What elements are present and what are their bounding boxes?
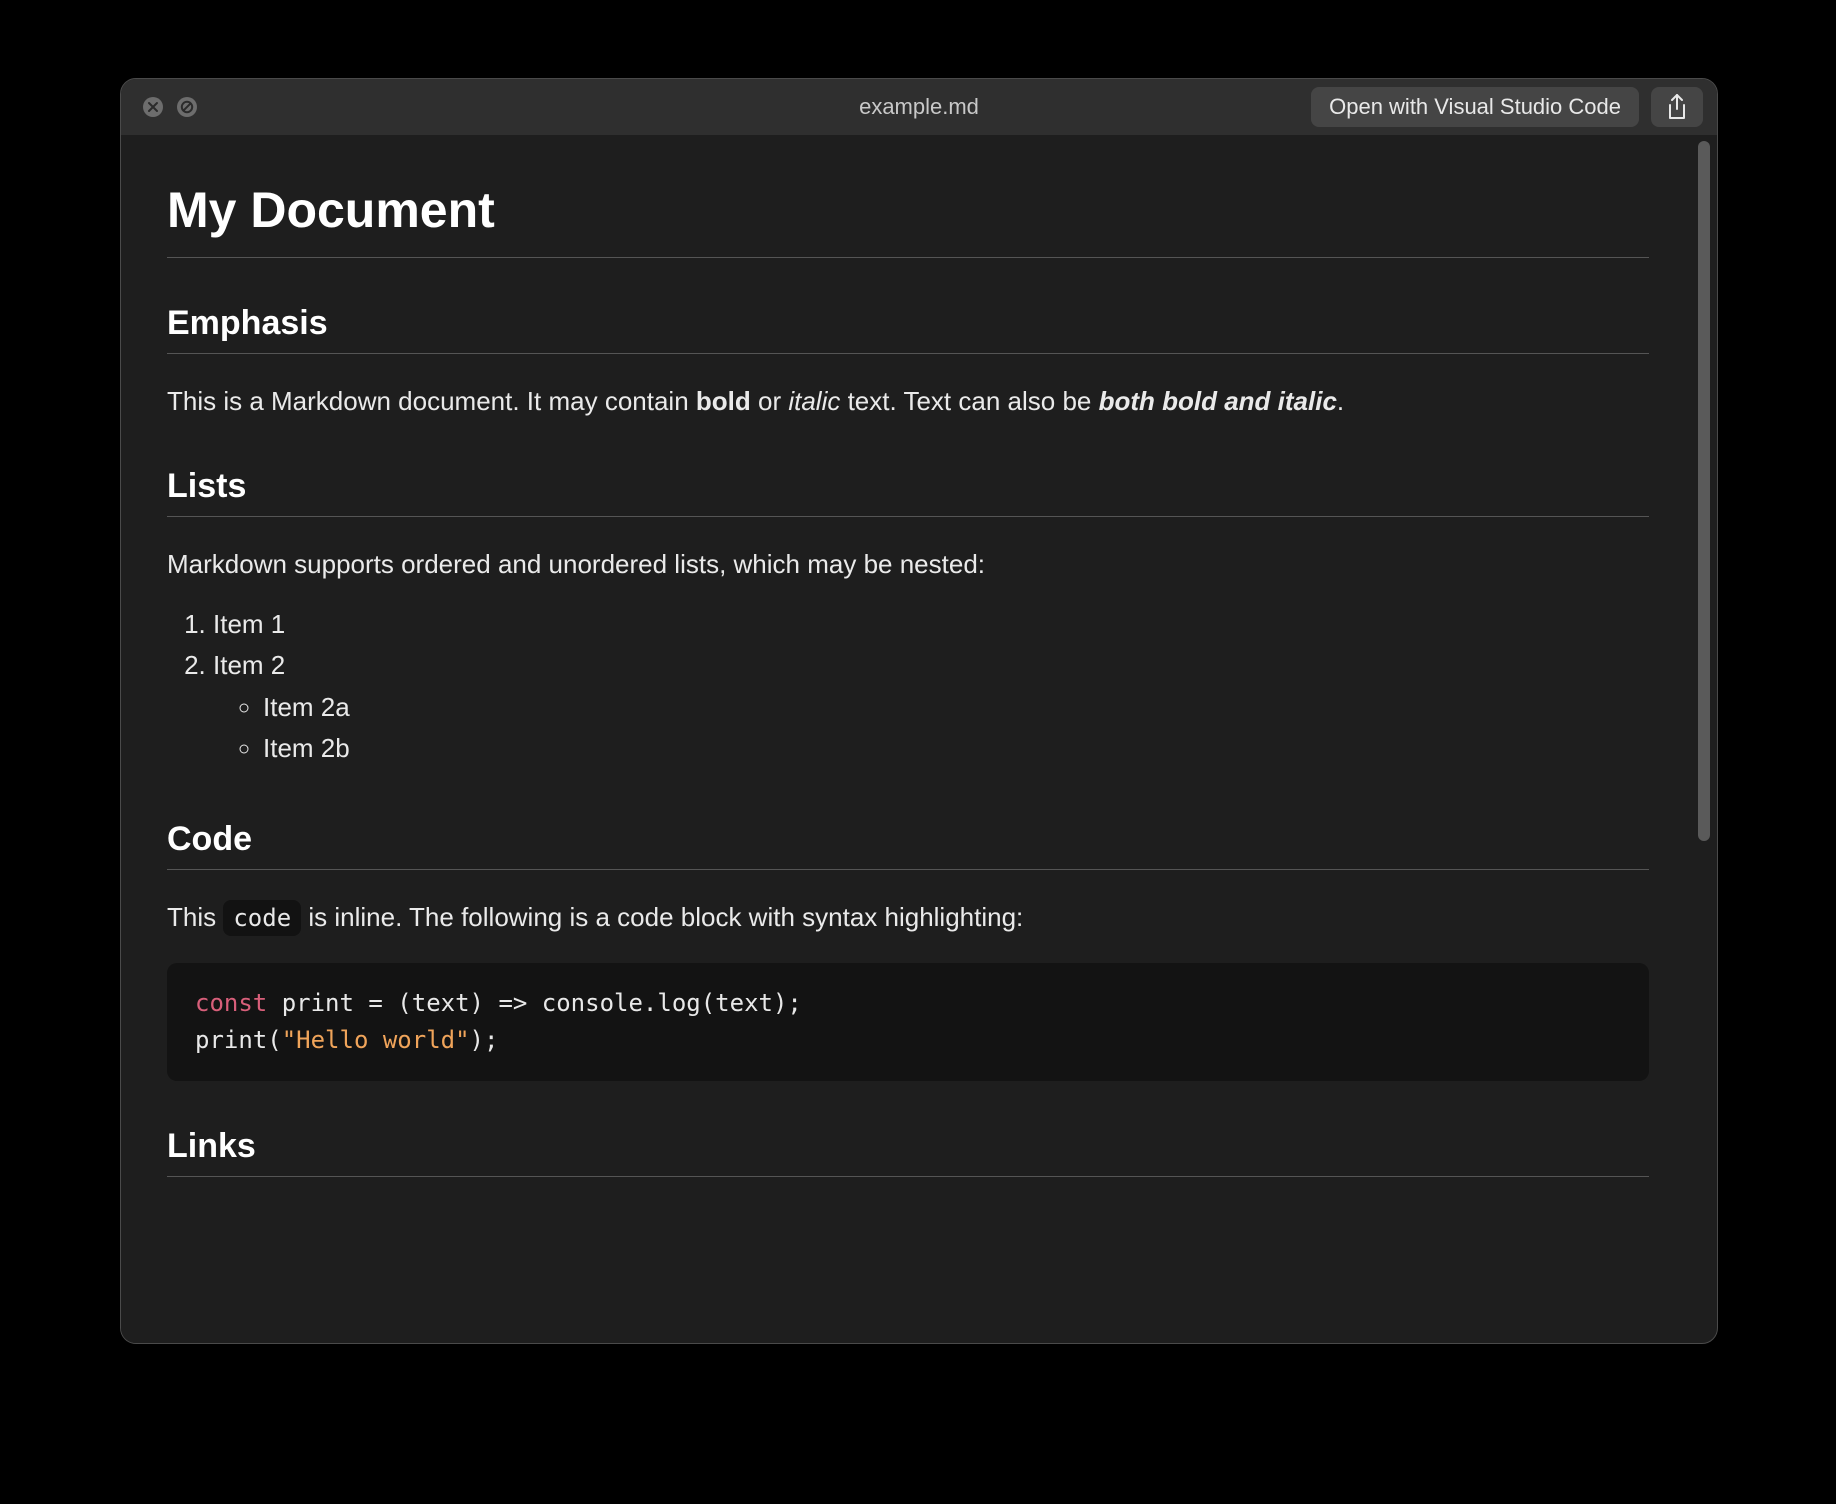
italic-text: italic (788, 386, 840, 416)
text: is inline. The following is a code block… (301, 902, 1023, 932)
inline-code: code (223, 900, 301, 936)
titlebar-actions: Open with Visual Studio Code (1311, 79, 1703, 135)
scrollbar[interactable] (1695, 141, 1713, 1337)
share-icon (1666, 94, 1688, 120)
open-with-button[interactable]: Open with Visual Studio Code (1311, 87, 1639, 127)
code-text: print( (195, 1026, 282, 1054)
share-button[interactable] (1651, 87, 1703, 127)
code-keyword: const (195, 989, 267, 1017)
ordered-list: Item 1 Item 2 Item 2a Item 2b (167, 604, 1649, 774)
code-block: const print = (text) => console.log(text… (167, 963, 1649, 1081)
text: text. Text can also be (840, 386, 1098, 416)
paragraph-emphasis: This is a Markdown document. It may cont… (167, 382, 1649, 421)
code-text: print = (text) => console.log(text); (267, 989, 802, 1017)
paragraph-lists: Markdown supports ordered and unordered … (167, 545, 1649, 584)
list-item: Item 2b (263, 728, 1649, 769)
bold-italic-text: both bold and italic (1099, 386, 1337, 416)
disabled-icon[interactable] (177, 97, 197, 117)
list-item: Item 2a (263, 687, 1649, 728)
close-icon[interactable] (143, 97, 163, 117)
heading-emphasis: Emphasis (167, 304, 1649, 354)
heading-1: My Document (167, 181, 1649, 258)
scrollbar-thumb[interactable] (1698, 141, 1710, 841)
preview-window: example.md Open with Visual Studio Code … (120, 78, 1718, 1344)
code-string: "Hello world" (282, 1026, 470, 1054)
text: This is a Markdown document. It may cont… (167, 386, 696, 416)
titlebar: example.md Open with Visual Studio Code (121, 79, 1717, 135)
list-item: Item 2 Item 2a Item 2b (213, 645, 1649, 774)
heading-links: Links (167, 1127, 1649, 1177)
list-item: Item 1 (213, 604, 1649, 645)
bold-text: bold (696, 386, 751, 416)
text: This (167, 902, 223, 932)
paragraph-code: This code is inline. The following is a … (167, 898, 1649, 937)
heading-lists: Lists (167, 467, 1649, 517)
window-controls (121, 97, 197, 117)
heading-code: Code (167, 820, 1649, 870)
unordered-list: Item 2a Item 2b (213, 687, 1649, 769)
text: or (751, 386, 789, 416)
text: . (1337, 386, 1344, 416)
document-content: My Document Emphasis This is a Markdown … (121, 135, 1695, 1343)
code-text: ); (470, 1026, 499, 1054)
